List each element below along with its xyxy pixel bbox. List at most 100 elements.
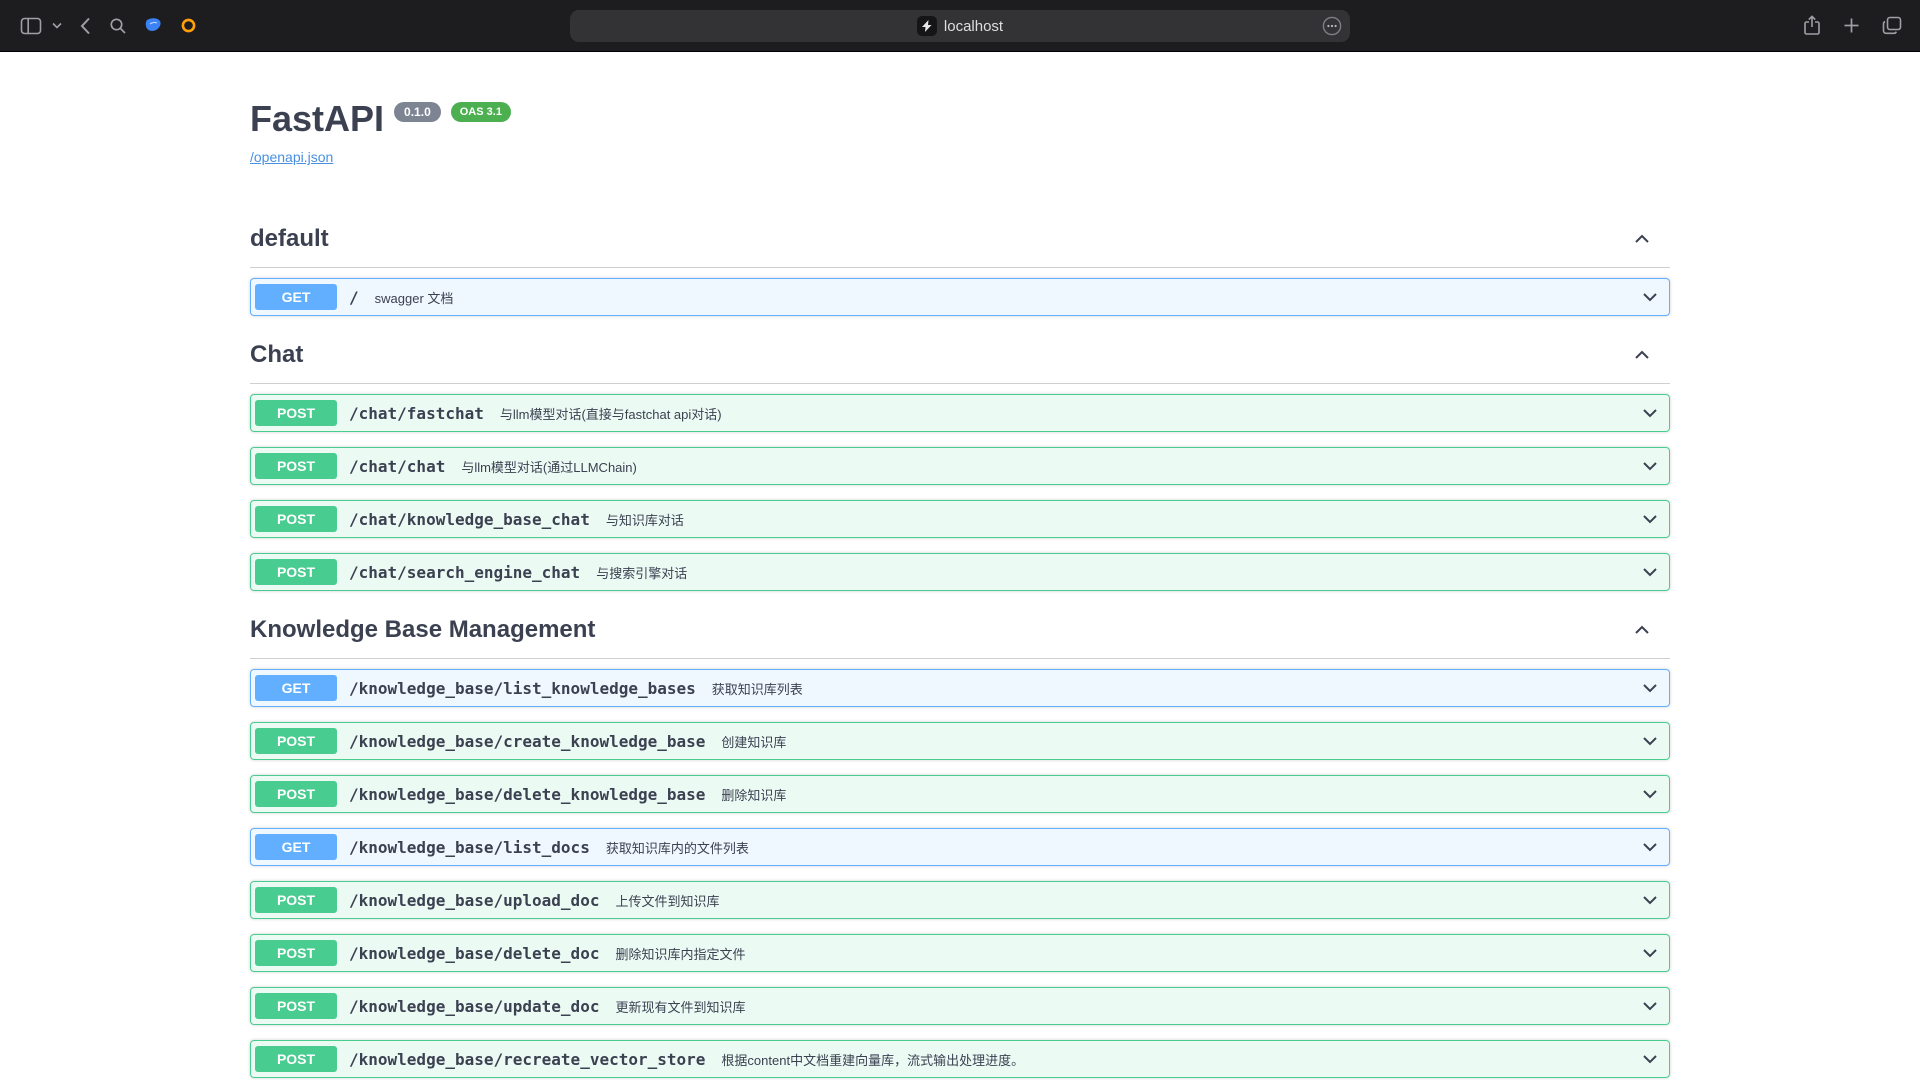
method-badge: POST xyxy=(255,559,337,585)
chevron-left-icon xyxy=(80,17,91,35)
endpoint-post-knowledge-base-upload-doc[interactable]: POST/knowledge_base/upload_doc上传文件到知识库 xyxy=(250,881,1670,919)
endpoint-description: 获取知识库列表 xyxy=(712,679,803,698)
endpoint-path: /knowledge_base/upload_doc xyxy=(349,891,599,910)
endpoint-description: 删除知识库 xyxy=(721,785,786,804)
section-header-chat[interactable]: Chat xyxy=(250,331,1670,384)
expand-endpoint-icon xyxy=(1640,562,1660,582)
endpoint-path: /knowledge_base/create_knowledge_base xyxy=(349,732,705,751)
method-badge: GET xyxy=(255,834,337,860)
endpoint-description: 删除知识库内指定文件 xyxy=(615,944,745,963)
endpoint-description: swagger 文档 xyxy=(375,288,454,307)
endpoint-post-knowledge-base-delete-doc[interactable]: POST/knowledge_base/delete_doc 删除知识库内指定文件 xyxy=(250,934,1670,972)
overlapping-squares-icon xyxy=(1882,16,1902,35)
address-bar[interactable]: localhost xyxy=(570,10,1350,42)
endpoint-path: /chat/fastchat xyxy=(349,404,484,423)
endpoint-post-chat-search-engine-chat[interactable]: POST/chat/search_engine_chat与搜索引擎对话 xyxy=(250,553,1670,591)
toolbar-left-group xyxy=(0,13,201,39)
method-badge: POST xyxy=(255,940,337,966)
operations-list: POST/chat/fastchat与llm模型对话(直接与fastchat a… xyxy=(250,384,1670,591)
api-title: FastAPI 0.1.0 OAS 3.1 xyxy=(250,98,1670,140)
endpoint-description: 更新现有文件到知识库 xyxy=(615,997,745,1016)
endpoint-path: /knowledge_base/delete_doc xyxy=(349,944,599,963)
operations-list: GET / swagger 文档 xyxy=(250,268,1670,316)
openapi-spec-link[interactable]: /openapi.json xyxy=(250,149,333,165)
operations-list: GET/knowledge_base/list_knowledge_bases 获… xyxy=(250,659,1670,1078)
endpoint-description: 获取知识库内的文件列表 xyxy=(606,838,749,857)
endpoint-path: / xyxy=(349,288,359,307)
chevron-down-icon xyxy=(52,22,62,29)
section-title: Chat xyxy=(250,341,303,369)
endpoint-post-chat-knowledge-base-chat[interactable]: POST/chat/knowledge_base_chat 与知识库对话 xyxy=(250,500,1670,538)
endpoint-post-chat-fastchat[interactable]: POST/chat/fastchat与llm模型对话(直接与fastchat a… xyxy=(250,394,1670,432)
expand-endpoint-icon xyxy=(1640,456,1660,476)
method-badge: POST xyxy=(255,400,337,426)
section-header-knowledge-base-management[interactable]: Knowledge Base Management xyxy=(250,606,1670,659)
tab-groups-chevron-button[interactable] xyxy=(48,18,66,33)
expand-endpoint-icon xyxy=(1640,996,1660,1016)
back-button[interactable] xyxy=(76,13,95,39)
expand-endpoint-icon xyxy=(1640,678,1660,698)
collapse-section-icon xyxy=(1632,229,1652,249)
tag-section-default: default GET / swagger 文档 xyxy=(250,215,1670,316)
expand-endpoint-icon xyxy=(1640,731,1660,751)
address-text: localhost xyxy=(944,18,1003,35)
endpoint-post-chat-chat[interactable]: POST/chat/chat 与llm模型对话(通过LLMChain) xyxy=(250,447,1670,485)
browser-toolbar: localhost xyxy=(0,0,1920,52)
endpoint-description: 创建知识库 xyxy=(721,732,786,751)
plus-icon xyxy=(1843,17,1860,34)
endpoint-post-knowledge-base-create-knowledge-base[interactable]: POST/knowledge_base/create_knowledge_bas… xyxy=(250,722,1670,760)
blue-extension-icon xyxy=(145,17,162,34)
endpoint-path: /knowledge_base/recreate_vector_store xyxy=(349,1050,705,1069)
collapse-section-icon xyxy=(1632,345,1652,365)
endpoint-get-knowledge-base-list-knowledge-bases[interactable]: GET/knowledge_base/list_knowledge_bases 获… xyxy=(250,669,1670,707)
sidebar-toggle-button[interactable] xyxy=(16,13,46,39)
endpoint-description: 根据content中文档重建向量库，流式输出处理进度。 xyxy=(721,1050,1024,1069)
share-button[interactable] xyxy=(1799,11,1825,40)
section-header-default[interactable]: default xyxy=(250,215,1670,268)
endpoint-path: /knowledge_base/list_knowledge_bases xyxy=(349,679,696,698)
endpoint-post-knowledge-base-delete-knowledge-base[interactable]: POST/knowledge_base/delete_knowledge_bas… xyxy=(250,775,1670,813)
page-settings-icon[interactable] xyxy=(1322,16,1342,36)
method-badge: POST xyxy=(255,728,337,754)
expand-endpoint-icon xyxy=(1640,943,1660,963)
expand-endpoint-icon xyxy=(1640,509,1660,529)
toolbar-right-group xyxy=(1799,0,1906,51)
endpoint-description: 与知识库对话 xyxy=(606,510,684,529)
endpoint-path: /knowledge_base/delete_knowledge_base xyxy=(349,785,705,804)
share-icon xyxy=(1803,15,1821,36)
collapse-section-icon xyxy=(1632,620,1652,640)
api-info: FastAPI 0.1.0 OAS 3.1 /openapi.json xyxy=(250,98,1670,167)
method-badge: GET xyxy=(255,284,337,310)
endpoint-get-root[interactable]: GET / swagger 文档 xyxy=(250,278,1670,316)
method-badge: GET xyxy=(255,675,337,701)
endpoint-path: /chat/chat xyxy=(349,457,445,476)
api-sections: default GET / swagger 文档 Chat POST/chat/fastc… xyxy=(250,215,1670,1078)
oas-badge: OAS 3.1 xyxy=(451,102,511,122)
endpoint-get-knowledge-base-list-docs[interactable]: GET/knowledge_base/list_docs 获取知识库内的文件列表 xyxy=(250,828,1670,866)
tab-overview-button[interactable] xyxy=(1878,12,1906,39)
endpoint-description: 与llm模型对话(通过LLMChain) xyxy=(461,457,637,476)
api-title-text: FastAPI xyxy=(250,98,384,140)
method-badge: POST xyxy=(255,453,337,479)
endpoint-post-knowledge-base-recreate-vector-store[interactable]: POST/knowledge_base/recreate_vector_stor… xyxy=(250,1040,1670,1078)
content-wrapper: FastAPI 0.1.0 OAS 3.1 /openapi.json defa… xyxy=(230,98,1690,1078)
extension-blue-button[interactable] xyxy=(141,13,166,38)
expand-endpoint-icon xyxy=(1640,784,1660,804)
endpoint-path: /knowledge_base/update_doc xyxy=(349,997,599,1016)
extension-orange-button[interactable] xyxy=(176,13,201,38)
version-badge: 0.1.0 xyxy=(394,102,441,122)
new-tab-button[interactable] xyxy=(1839,13,1864,38)
section-title: default xyxy=(250,225,329,253)
tag-section-chat: Chat POST/chat/fastchat与llm模型对话(直接与fastch… xyxy=(250,331,1670,591)
swagger-ui-page: FastAPI 0.1.0 OAS 3.1 /openapi.json defa… xyxy=(0,52,1920,1080)
method-badge: POST xyxy=(255,993,337,1019)
method-badge: POST xyxy=(255,781,337,807)
endpoint-path: /knowledge_base/list_docs xyxy=(349,838,590,857)
expand-endpoint-icon xyxy=(1640,837,1660,857)
endpoint-post-knowledge-base-update-doc[interactable]: POST/knowledge_base/update_doc 更新现有文件到知识库 xyxy=(250,987,1670,1025)
search-button[interactable] xyxy=(105,13,131,39)
site-favicon-icon xyxy=(917,16,937,36)
endpoint-path: /chat/knowledge_base_chat xyxy=(349,510,590,529)
section-title: Knowledge Base Management xyxy=(250,616,595,644)
method-badge: POST xyxy=(255,506,337,532)
